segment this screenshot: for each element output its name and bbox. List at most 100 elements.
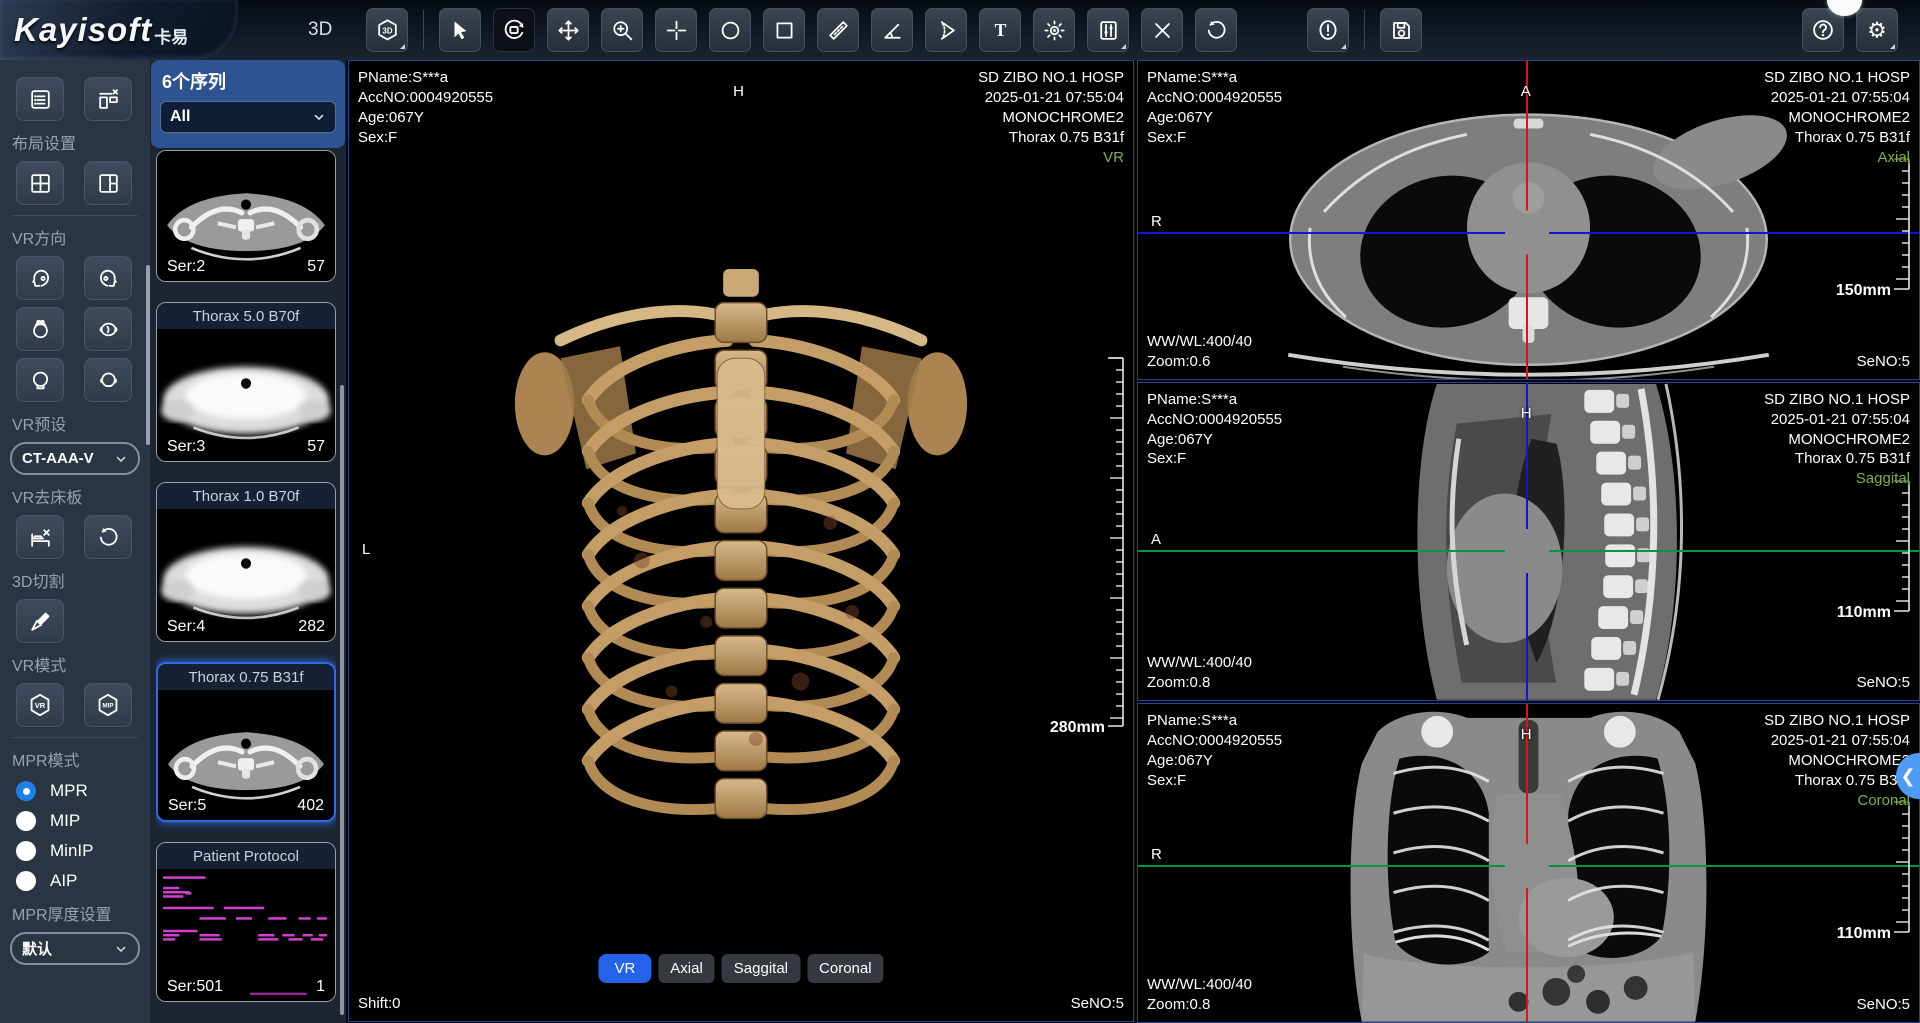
mpr-mode-option-mpr[interactable]: MPR — [16, 781, 150, 801]
scalpel-icon — [28, 609, 53, 634]
scalpel-button[interactable] — [16, 599, 64, 643]
save-button[interactable] — [1380, 8, 1422, 52]
cursor-button[interactable] — [439, 8, 481, 52]
series-number-label: Ser:3 — [167, 438, 205, 456]
cobb-angle-button[interactable] — [925, 8, 967, 52]
settings-button[interactable]: ⚙ — [1856, 8, 1898, 52]
layout-list-button[interactable] — [16, 77, 64, 121]
view-button-vr[interactable]: VR — [598, 954, 651, 983]
crosshair-button[interactable] — [655, 8, 697, 52]
head-right-icon — [96, 266, 121, 291]
crosshair-icon — [664, 18, 689, 43]
overlay-text-line: SD ZIBO NO.1 HOSP — [1764, 711, 1910, 731]
series-header-box: 6个序列 All — [151, 60, 345, 148]
overlay-text-line: Sex:F — [1147, 128, 1282, 148]
series-card-footer: Ser:4282 — [157, 615, 335, 641]
crosshair-vertical-red[interactable] — [1526, 704, 1528, 1022]
vr-main-viewport[interactable]: PName:S***aAccNO:0004920555Age:067YSex:F… — [348, 60, 1134, 1022]
crosshair-horizontal-green[interactable] — [1138, 865, 1919, 867]
series-card[interactable]: Ser:257 — [156, 150, 336, 282]
toolbar-divider — [423, 10, 424, 50]
layout-remove-button[interactable] — [84, 77, 132, 121]
crosshair-horizontal-green[interactable] — [1138, 550, 1919, 552]
window-level-button[interactable] — [1087, 8, 1129, 52]
shift-overlay: Shift:0 — [358, 994, 401, 1014]
vr-badge-button[interactable]: VR — [16, 683, 64, 727]
sidebar-scrollbar[interactable] — [146, 265, 150, 445]
pan-button[interactable] — [547, 8, 589, 52]
overlay-text-line: Thorax 0.75 B31f — [978, 128, 1124, 148]
rotate-3d-icon — [501, 17, 527, 43]
crosshair-vertical-blue[interactable] — [1526, 383, 1528, 701]
series-card[interactable]: Thorax 0.75 B31f Ser:5402 — [156, 662, 336, 822]
layout-split-button[interactable] — [84, 161, 132, 205]
plane-label: Axial — [1764, 148, 1910, 168]
radio-unchecked-icon[interactable] — [16, 871, 36, 891]
mpr-mode-option-aip[interactable]: AIP — [16, 871, 150, 891]
mip-badge-button[interactable]: MIP — [84, 683, 132, 727]
brightness-button[interactable] — [1033, 8, 1075, 52]
sidebar-button-row — [0, 161, 150, 205]
series-list: Ser:257 Thorax 5.0 B70f Ser:357 Thorax 1.0… — [156, 150, 336, 1023]
coronal-viewport[interactable]: PName:S***aAccNO:0004920555Age:067YSex:F… — [1137, 703, 1920, 1023]
series-card-title: Thorax 1.0 B70f — [157, 483, 335, 509]
overlay-text-line: Age:067Y — [1147, 108, 1282, 128]
angle-button[interactable] — [871, 8, 913, 52]
help-icon — [1810, 17, 1836, 43]
series-card[interactable]: Thorax 5.0 B70f Ser:357 — [156, 302, 336, 462]
overlay-text-line: PName:S***a — [358, 68, 493, 88]
delete-button[interactable] — [1141, 8, 1183, 52]
series-card[interactable]: Thorax 1.0 B70f Ser:4282 — [156, 482, 336, 642]
series-scrollbar[interactable] — [340, 385, 344, 1015]
grid-2x2-button[interactable] — [16, 161, 64, 205]
svg-text:MIP: MIP — [102, 703, 113, 710]
orientation-top-label: H — [733, 83, 744, 100]
crosshair-vertical-red[interactable] — [1526, 61, 1528, 379]
series-number-label: Ser:4 — [167, 618, 205, 636]
vr-preset-select[interactable]: CT-AAA-V — [10, 442, 140, 475]
alert-button[interactable] — [1307, 8, 1349, 52]
overlay-text-line: AccNO:0004920555 — [1147, 731, 1282, 751]
view-button-saggital[interactable]: Saggital — [722, 954, 800, 983]
sidebar-button-row — [0, 77, 150, 121]
zoom-in-button[interactable] — [601, 8, 643, 52]
sidebar-section-label: MPR厚度设置 — [12, 901, 150, 925]
mpr-thickness-select[interactable]: 默认 — [10, 932, 140, 965]
mpr-mode-option-minip[interactable]: MinIP — [16, 841, 150, 861]
head-front-icon — [96, 368, 121, 393]
view-button-coronal[interactable]: Coronal — [807, 954, 884, 983]
window-level-overlay: WW/WL:400/40Zoom:0.8 — [1147, 975, 1252, 1015]
overlay-text-line: Thorax 0.75 B31f — [1764, 771, 1910, 791]
head-right-button[interactable] — [84, 256, 132, 300]
overlay-text-line: MONOCHROME2 — [1764, 108, 1910, 128]
bed-remove-button[interactable] — [16, 515, 64, 559]
head-back-button[interactable] — [16, 358, 64, 402]
reset-button[interactable] — [84, 515, 132, 559]
head-top-button[interactable] — [16, 307, 64, 351]
cube-3d-button[interactable]: 3D — [366, 8, 408, 52]
head-ears-button[interactable] — [84, 307, 132, 351]
series-filter-select[interactable]: All — [160, 101, 336, 133]
saggital-viewport[interactable]: PName:S***aAccNO:0004920555Age:067YSex:F… — [1137, 382, 1920, 702]
series-card[interactable]: Patient Protocol Ser:5011 — [156, 842, 336, 1002]
radio-checked-icon[interactable] — [16, 781, 36, 801]
left-sidebar: 布局设置VR方向VR预设CT-AAA-VVR去床板3D切割VR模式VRMIPMP… — [0, 60, 150, 1023]
radio-unchecked-icon[interactable] — [16, 841, 36, 861]
study-info-overlay: SD ZIBO NO.1 HOSP2025-01-21 07:55:04MONO… — [1764, 390, 1910, 490]
axial-viewport[interactable]: PName:S***aAccNO:0004920555Age:067YSex:F… — [1137, 60, 1920, 380]
view-button-axial[interactable]: Axial — [658, 954, 715, 983]
ruler-button[interactable] — [817, 8, 859, 52]
reset-button[interactable] — [1195, 8, 1237, 52]
crosshair-horizontal-blue[interactable] — [1138, 232, 1919, 234]
ellipse-button[interactable] — [709, 8, 751, 52]
rotate-3d-button[interactable] — [493, 8, 535, 52]
mpr-mode-option-mip[interactable]: MIP — [16, 811, 150, 831]
radio-unchecked-icon[interactable] — [16, 811, 36, 831]
head-left-button[interactable] — [16, 256, 64, 300]
scale-label: 110mm — [1837, 925, 1891, 943]
view-mode-buttons: VRAxialSaggitalCoronal — [598, 954, 883, 983]
text-annotation-button[interactable]: T — [979, 8, 1021, 52]
bed-remove-icon — [28, 525, 53, 550]
rectangle-button[interactable] — [763, 8, 805, 52]
head-front-button[interactable] — [84, 358, 132, 402]
